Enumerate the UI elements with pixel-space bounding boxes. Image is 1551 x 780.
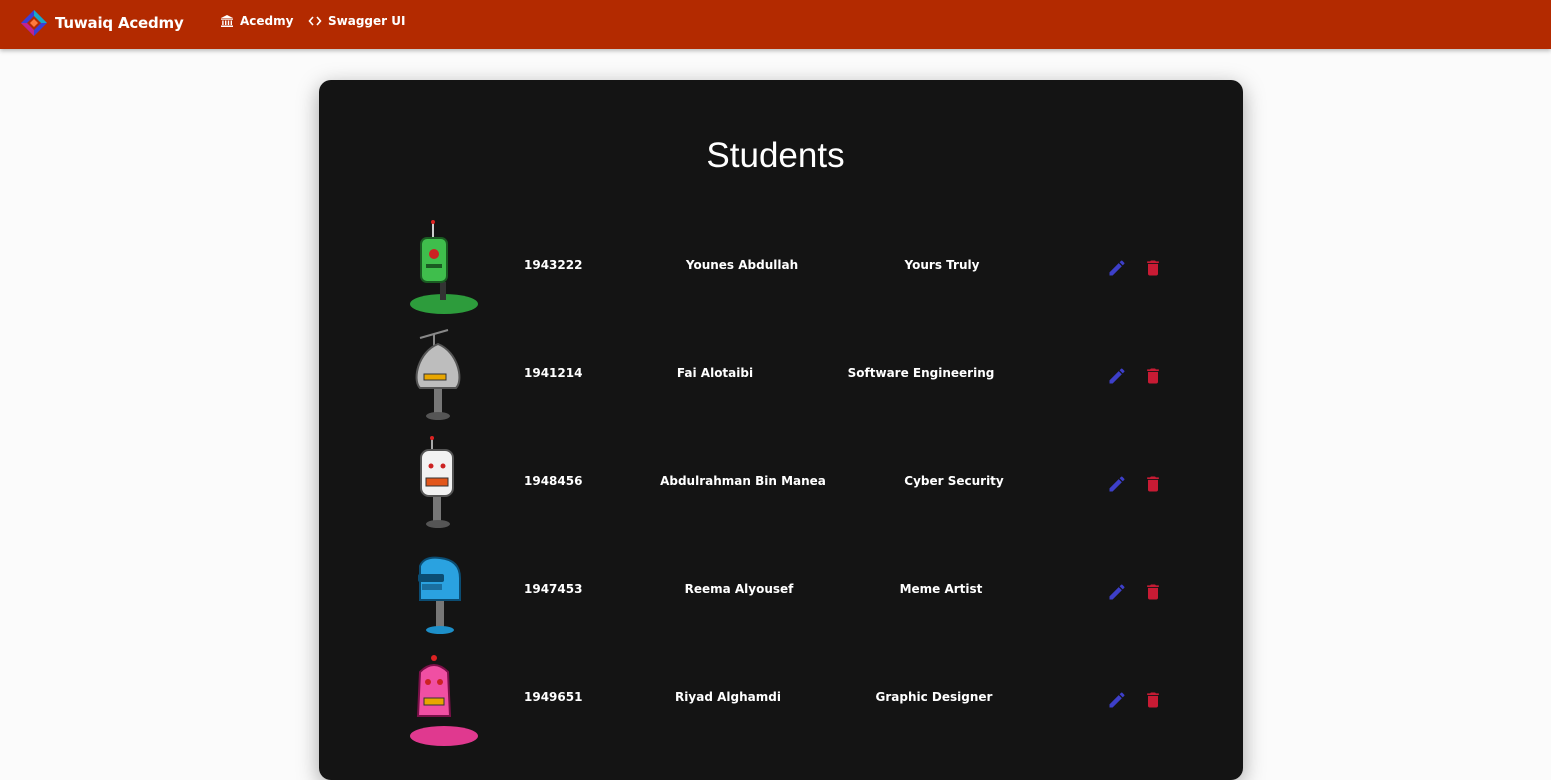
- nav-swagger-label: Swagger UI: [328, 14, 406, 28]
- student-id: 1943222: [524, 258, 583, 272]
- table-row: 1949651 Riyad Alghamdi Graphic Designer: [0, 652, 1551, 752]
- table-row: 1943222 Younes Abdullah Yours Truly: [0, 220, 1551, 320]
- student-name: Reema Alyousef: [684, 582, 794, 596]
- white-robot-icon: [420, 436, 454, 528]
- table-row: 1947453 Reema Alyousef Meme Artist: [0, 544, 1551, 644]
- delete-icon[interactable]: [1143, 582, 1163, 602]
- page-title: Students: [706, 136, 845, 175]
- nav-acedmy-label: Acedmy: [240, 14, 294, 28]
- edit-icon[interactable]: [1107, 582, 1127, 602]
- edit-icon[interactable]: [1107, 366, 1127, 386]
- student-major: Cyber Security: [904, 474, 1004, 488]
- student-major: Graphic Designer: [875, 690, 993, 704]
- nav-acedmy[interactable]: Acedmy: [220, 14, 293, 28]
- delete-icon[interactable]: [1143, 474, 1163, 494]
- delete-icon[interactable]: [1143, 366, 1163, 386]
- code-icon: [308, 16, 322, 26]
- student-name: Fai Alotaibi: [676, 366, 754, 380]
- top-app-bar: Tuwaiq Acedmy Acedmy Swagger UI: [0, 0, 1551, 49]
- student-major: Meme Artist: [899, 582, 983, 596]
- brand-name: Tuwaiq Acedmy: [55, 14, 184, 32]
- student-major: Software Engineering: [847, 366, 995, 380]
- student-id: 1948456: [524, 474, 583, 488]
- table-row: 1941214 Fai Alotaibi Software Engineerin…: [0, 328, 1551, 428]
- table-row: 1948456 Abdulrahman Bin Manea Cyber Secu…: [0, 436, 1551, 536]
- brand[interactable]: Tuwaiq Acedmy: [20, 9, 184, 37]
- student-name: Abdulrahman Bin Manea: [660, 474, 826, 488]
- student-name: Younes Abdullah: [685, 258, 799, 272]
- edit-icon[interactable]: [1107, 690, 1127, 710]
- brand-logo-icon: [21, 10, 47, 36]
- bank-icon: [221, 15, 233, 27]
- nav-swagger-ui[interactable]: Swagger UI: [308, 14, 405, 28]
- student-id: 1947453: [524, 582, 583, 596]
- blue-robot-icon: [418, 556, 461, 634]
- pink-robot-icon: [410, 655, 478, 746]
- delete-icon[interactable]: [1143, 258, 1163, 278]
- grey-robot-icon: [415, 329, 461, 420]
- student-name: Riyad Alghamdi: [675, 690, 781, 704]
- student-major: Yours Truly: [904, 258, 980, 272]
- student-id: 1941214: [524, 366, 583, 380]
- edit-icon[interactable]: [1107, 474, 1127, 494]
- delete-icon[interactable]: [1143, 690, 1163, 710]
- student-id: 1949651: [524, 690, 583, 704]
- edit-icon[interactable]: [1107, 258, 1127, 278]
- green-robot-icon: [410, 220, 478, 314]
